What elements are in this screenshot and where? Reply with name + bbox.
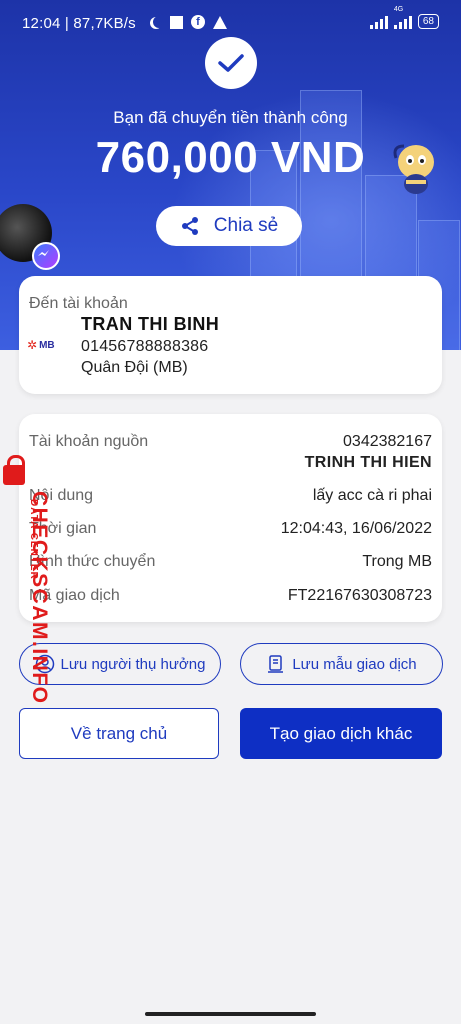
source-account-name: TRINH THI HIEN — [304, 454, 432, 471]
success-check-icon — [205, 37, 257, 89]
home-button[interactable]: Về trang chủ — [19, 708, 219, 759]
battery-icon: 68 — [417, 14, 439, 29]
watermark-sub-text: DATA CENTER — [28, 499, 39, 580]
transaction-details-card: Tài khoản nguồn 0342382167 TRINH THI HIE… — [19, 414, 442, 622]
home-indicator[interactable] — [145, 1012, 316, 1016]
facebook-icon: f — [191, 15, 205, 29]
mascot-illustration — [388, 138, 444, 198]
source-account-label: Tài khoản nguồn — [29, 433, 149, 450]
success-message: Bạn đã chuyển tiền thành công — [113, 108, 348, 127]
status-right: 4G 68 — [369, 6, 439, 29]
share-button[interactable]: Chia sẻ — [156, 206, 302, 246]
signal-icon — [369, 15, 388, 29]
recipient-bank-name: Quân Đội (MB) — [81, 359, 188, 376]
transaction-id-value: FT22167630308723 — [287, 587, 432, 604]
recipient-name: TRAN THI BINH — [81, 314, 220, 334]
save-template-button[interactable]: Lưu mẫu giao dịch — [240, 643, 443, 685]
status-icons: f — [150, 15, 227, 29]
warning-icon — [213, 15, 227, 29]
moon-icon — [153, 16, 165, 28]
square-icon — [170, 15, 183, 29]
mb-bank-logo: ✲ MB — [27, 338, 55, 352]
source-account-number: 0342382167 — [343, 433, 432, 450]
lock-icon — [3, 455, 25, 485]
method-value: Trong MB — [362, 553, 432, 570]
network-label: 4G — [393, 6, 404, 13]
document-icon — [268, 655, 284, 673]
recipient-card: Đến tài khoản ✲ MB TRAN THI BINH 01456788… — [19, 276, 442, 394]
new-transaction-button[interactable]: Tạo giao dịch khác — [240, 708, 442, 759]
checkscam-watermark: CHECKSCAM.INFO DATA CENTER — [1, 455, 51, 705]
status-time: 12:04 | 87,7KB/s — [22, 15, 136, 32]
share-icon — [181, 217, 198, 235]
time-value: 12:04:43, 16/06/2022 — [280, 520, 432, 537]
share-label: Chia sẻ — [213, 215, 279, 236]
signal-4g-icon: 4G — [393, 6, 412, 29]
save-template-label: Lưu mẫu giao dịch — [292, 655, 417, 673]
messenger-icon — [32, 242, 60, 270]
recipient-label: Đến tài khoản — [29, 295, 128, 312]
save-beneficiary-label: Lưu người thụ hưởng — [60, 655, 206, 673]
recipient-account-number: 01456788888386 — [81, 338, 209, 355]
mb-logo-text: MB — [39, 339, 55, 351]
content-value: lấy acc cà ri phai — [312, 487, 432, 504]
